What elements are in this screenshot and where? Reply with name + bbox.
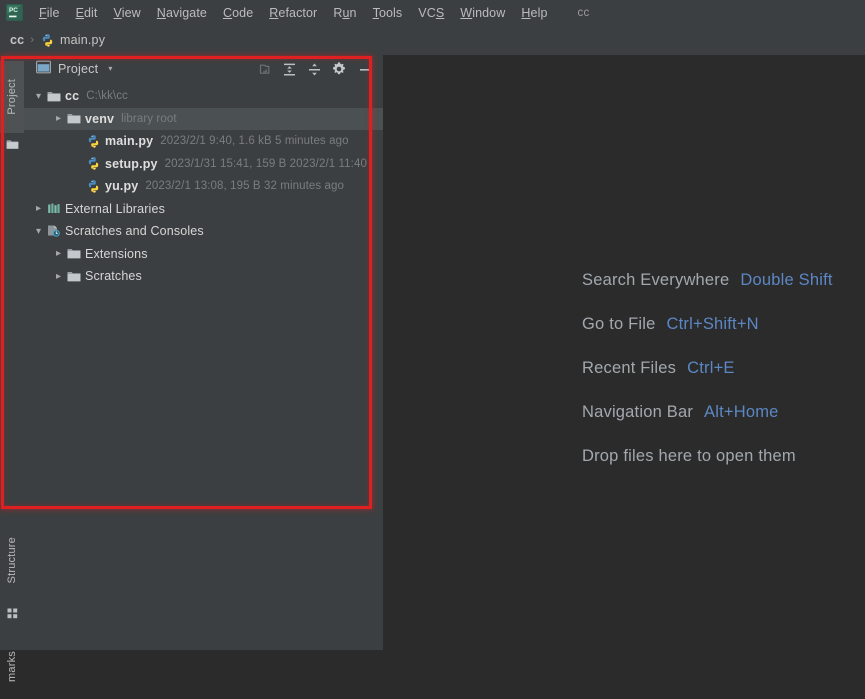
left-tool-strip: Project Structure marks: [0, 55, 25, 650]
tree-row-external-libraries[interactable]: ▸ External Libraries: [24, 198, 383, 221]
hint-label: Recent Files: [582, 359, 676, 378]
menubar-project-name: cc: [578, 7, 590, 19]
hint-label: Search Everywhere: [582, 271, 729, 290]
sidebar-item-project[interactable]: Project: [0, 61, 24, 133]
chevron-down-icon[interactable]: ▾: [32, 226, 45, 237]
python-file-icon: [85, 134, 102, 149]
tree-label-scratches: Scratches: [85, 269, 142, 283]
gear-icon[interactable]: [328, 58, 350, 80]
collapse-all-icon[interactable]: [303, 58, 325, 80]
hint-go-to-file: Go to File Ctrl+Shift+N: [582, 302, 833, 346]
tree-label-cc: cc: [65, 89, 79, 103]
python-file-icon: [85, 156, 102, 171]
menu-window[interactable]: Window: [452, 4, 513, 22]
menu-vcs[interactable]: VCS: [410, 4, 452, 22]
editor-area[interactable]: Search Everywhere Double Shift Go to Fil…: [383, 55, 865, 650]
menu-code[interactable]: Code: [215, 4, 261, 22]
tree-spacer: ▸: [72, 136, 85, 147]
tree-label-external-libraries: External Libraries: [65, 202, 165, 216]
scratches-icon: [45, 224, 62, 238]
project-tool-window: Project ▾: [24, 55, 383, 650]
project-panel-title: Project: [58, 62, 98, 76]
menu-bar: PC File Edit View Navigate Code Refactor…: [0, 0, 865, 26]
tree-label-main-py: main.py: [105, 134, 153, 148]
menu-run[interactable]: Run: [325, 4, 364, 22]
hint-recent-files: Recent Files Ctrl+E: [582, 346, 833, 390]
chevron-right-icon[interactable]: ▸: [52, 271, 65, 282]
menu-file[interactable]: File: [31, 4, 68, 22]
external-libraries-icon: [45, 202, 62, 215]
tree-meta-yu-py: 2023/2/1 13:08, 195 B 32 minutes ago: [145, 180, 344, 192]
chevron-right-icon[interactable]: ▸: [52, 113, 65, 124]
chevron-down-icon[interactable]: ▾: [108, 65, 112, 73]
svg-text:PC: PC: [9, 7, 18, 14]
hint-label: Go to File: [582, 315, 656, 334]
expand-all-icon[interactable]: [278, 58, 300, 80]
breadcrumb-project[interactable]: cc: [10, 33, 24, 47]
hint-navigation-bar: Navigation Bar Alt+Home: [582, 390, 833, 434]
tree-spacer: ▸: [72, 158, 85, 169]
hint-search-everywhere: Search Everywhere Double Shift: [582, 258, 833, 302]
structure-icon: [0, 603, 24, 623]
tree-meta-main-py: 2023/2/1 9:40, 1.6 kB 5 minutes ago: [160, 135, 348, 147]
tree-meta-cc: C:\kk\cc: [86, 90, 128, 102]
menu-edit[interactable]: Edit: [68, 4, 106, 22]
select-opened-file-icon[interactable]: [253, 58, 275, 80]
tree-label-setup-py: setup.py: [105, 157, 158, 171]
folder-icon: [65, 270, 82, 283]
tree-row-scratches-and-consoles[interactable]: ▾ Scratches and Consoles: [24, 220, 383, 243]
sidebar-item-structure-label: Structure: [6, 537, 18, 583]
sidebar-item-project-label: Project: [6, 79, 18, 115]
navigation-bar: cc › main.py: [0, 25, 865, 55]
tree-row-setup-py[interactable]: ▸ setup.py 2023/1/31 15:41, 159 B 2023/2…: [24, 153, 383, 176]
tree-row-extensions[interactable]: ▸ Extensions: [24, 243, 383, 266]
pycharm-window: PC File Edit View Navigate Code Refactor…: [0, 0, 865, 650]
tree-row-yu-py[interactable]: ▸ yu.py 2023/2/1 13:08, 195 B 32 minutes…: [24, 175, 383, 198]
tree-label-yu-py: yu.py: [105, 179, 138, 193]
hint-label: Drop files here to open them: [582, 447, 796, 466]
hint-shortcut: Double Shift: [740, 271, 832, 290]
breadcrumb-file[interactable]: main.py: [60, 33, 105, 47]
project-tree: ▾ cc C:\kk\cc ▸: [24, 83, 383, 288]
hide-icon[interactable]: [353, 58, 375, 80]
project-panel-header: Project ▾: [24, 55, 383, 83]
tree-spacer: ▸: [72, 181, 85, 192]
tree-row-cc[interactable]: ▾ cc C:\kk\cc: [24, 85, 383, 108]
sidebar-item-structure[interactable]: Structure: [0, 517, 24, 603]
hint-shortcut: Ctrl+E: [687, 359, 735, 378]
tree-label-extensions: Extensions: [85, 247, 148, 261]
tree-row-main-py[interactable]: ▸ main.py 2023/2/1 9:40, 1.6 kB 5 minute…: [24, 130, 383, 153]
hint-shortcut: Ctrl+Shift+N: [667, 315, 759, 334]
pycharm-logo-icon: PC: [3, 2, 25, 24]
tree-label-scratches-and-consoles: Scratches and Consoles: [65, 224, 204, 238]
sidebar-item-bookmarks[interactable]: marks: [0, 633, 24, 699]
hint-drop-files: Drop files here to open them: [582, 434, 833, 478]
chevron-right-icon[interactable]: ▸: [52, 248, 65, 259]
folder-icon: [65, 112, 82, 125]
folder-icon: [65, 247, 82, 260]
editor-hints: Search Everywhere Double Shift Go to Fil…: [582, 258, 833, 478]
sidebar-item-bookmarks-label: marks: [6, 651, 18, 682]
python-file-icon: [40, 33, 55, 48]
menu-navigate[interactable]: Navigate: [149, 4, 215, 22]
hint-shortcut: Alt+Home: [704, 403, 779, 422]
menu-tools[interactable]: Tools: [365, 4, 411, 22]
project-window-icon: [36, 60, 51, 79]
menu-view[interactable]: View: [106, 4, 149, 22]
project-icon: [0, 133, 24, 155]
menu-refactor[interactable]: Refactor: [261, 4, 325, 22]
project-panel-actions: [253, 58, 379, 80]
hint-label: Navigation Bar: [582, 403, 693, 422]
menu-help[interactable]: Help: [513, 4, 555, 22]
tree-row-venv[interactable]: ▸ venv library root: [24, 108, 383, 131]
tree-row-scratches[interactable]: ▸ Scratches: [24, 265, 383, 288]
tree-meta-setup-py: 2023/1/31 15:41, 159 B 2023/2/1 11:40: [165, 158, 367, 170]
breadcrumb-separator-icon: ›: [30, 34, 34, 46]
tree-label-venv: venv: [85, 112, 114, 126]
python-file-icon: [85, 179, 102, 194]
tree-meta-venv: library root: [121, 113, 177, 125]
chevron-down-icon[interactable]: ▾: [32, 91, 45, 102]
folder-icon: [45, 90, 62, 103]
chevron-right-icon[interactable]: ▸: [32, 203, 45, 214]
